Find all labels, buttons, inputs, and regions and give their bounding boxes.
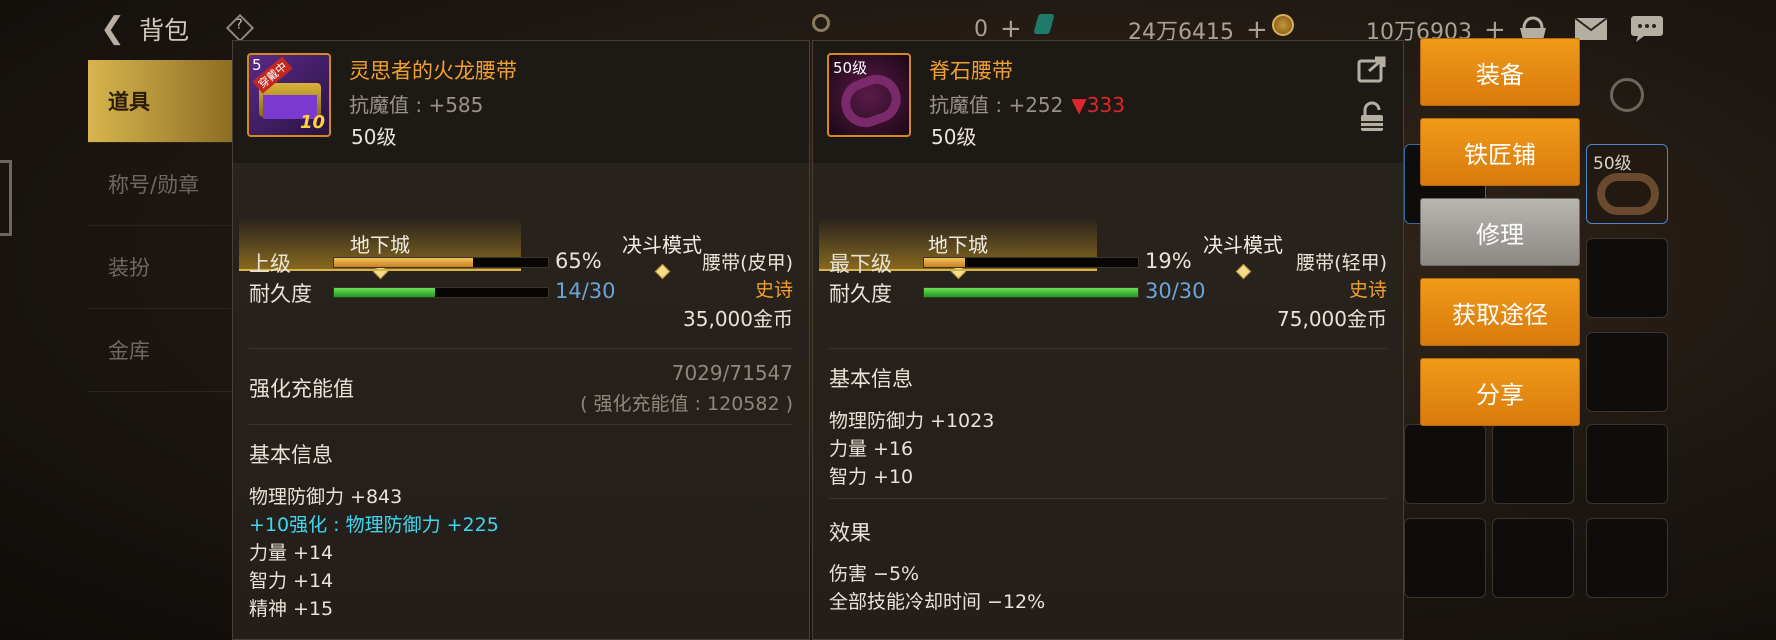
nav-item-props[interactable]: 道具 bbox=[88, 60, 236, 143]
item-price: 75,000金币 bbox=[1277, 307, 1387, 331]
grade-label: 最下级 bbox=[829, 252, 892, 276]
magic-resist: 抗魔值 : +252 ▼333 bbox=[929, 89, 1125, 118]
item-price: 35,000金币 bbox=[683, 307, 793, 331]
item-type: 腰带(皮甲) bbox=[702, 252, 793, 274]
slot-level-label: 50级 bbox=[1593, 154, 1632, 174]
durability-value: 14/30 bbox=[555, 279, 616, 303]
lock-icon[interactable] bbox=[1359, 101, 1389, 131]
grade-value: 65% bbox=[555, 249, 602, 273]
grade-bar bbox=[923, 257, 1139, 268]
gold-coin-icon bbox=[1272, 14, 1294, 36]
nav-item-titles[interactable]: 称号/勋章 bbox=[88, 143, 236, 226]
nav-item-avatar[interactable]: 装扮 bbox=[88, 226, 236, 309]
stat-line: 智力 +14 bbox=[249, 570, 334, 592]
help-icon[interactable]: ? bbox=[225, 13, 255, 43]
token-icon bbox=[812, 14, 830, 32]
share-button[interactable]: 分享 bbox=[1420, 358, 1580, 426]
currency-gold-icon-wrap bbox=[1272, 14, 1294, 36]
item-header: 50级 脊石腰带 抗魔值 : +252 ▼333 50级 bbox=[813, 41, 1403, 163]
stat-line: 物理防御力 +1023 bbox=[829, 410, 995, 432]
durability-label: 耐久度 bbox=[249, 282, 312, 306]
currency-token bbox=[812, 14, 830, 32]
grade-label: 上级 bbox=[249, 252, 291, 276]
equip-button[interactable]: 装备 bbox=[1420, 38, 1580, 106]
item-level: 50级 bbox=[931, 125, 977, 149]
nav-item-vault[interactable]: 金库 bbox=[88, 309, 236, 392]
stat-line: 精神 +15 bbox=[249, 598, 334, 620]
blacksmith-button[interactable]: 铁匠铺 bbox=[1420, 118, 1580, 186]
item-rarity: 史诗 bbox=[1348, 279, 1387, 301]
durability-value: 30/30 bbox=[1145, 279, 1206, 303]
grade-bar bbox=[333, 257, 549, 268]
durability-label: 耐久度 bbox=[829, 282, 892, 306]
divider bbox=[249, 348, 793, 349]
enhance-charge-value: 7029/71547 bbox=[671, 361, 793, 385]
item-level-badge: 50级 bbox=[833, 59, 868, 77]
enhance-charge-total: ( 强化充能值 : 120582 ) bbox=[580, 393, 793, 415]
item-level: 50级 bbox=[351, 125, 397, 149]
equipped-item-panel: 5 穿戴中 10 灵思者的火龙腰带 抗魔值 : +585 50级 地下城 决斗模… bbox=[232, 40, 810, 640]
resist-diff: ▼333 bbox=[1071, 93, 1125, 117]
token-value: 0 bbox=[974, 16, 988, 42]
mail-icon[interactable] bbox=[1574, 14, 1608, 42]
back-button[interactable]: ❮ 背包 bbox=[100, 12, 210, 46]
share-link-icon[interactable] bbox=[1357, 55, 1387, 83]
back-arrow-icon: ❮ bbox=[100, 11, 126, 46]
enhance-badge: 10 bbox=[299, 112, 325, 133]
stat-line: 力量 +16 bbox=[829, 438, 914, 460]
item-name: 灵思者的火龙腰带 bbox=[349, 59, 517, 83]
item-type: 腰带(轻甲) bbox=[1296, 252, 1387, 274]
inventory-slot[interactable] bbox=[1492, 424, 1574, 504]
inventory-slot[interactable] bbox=[1586, 238, 1668, 318]
divider bbox=[829, 498, 1387, 499]
belt-thumbnail-icon bbox=[1597, 173, 1659, 215]
magic-resist: 抗魔值 : +585 bbox=[349, 93, 484, 117]
item-icon: 5 穿戴中 10 bbox=[247, 53, 331, 137]
enhance-stat-line: +10强化 : 物理防御力 +225 bbox=[249, 514, 499, 536]
grade-value: 19% bbox=[1145, 249, 1192, 273]
settings-gear-icon[interactable] bbox=[1610, 78, 1644, 112]
category-nav: 道具 称号/勋章 装扮 金库 bbox=[88, 60, 236, 392]
divider bbox=[249, 424, 793, 425]
magic-resist-value: 抗魔值 : +252 bbox=[929, 93, 1064, 117]
effect-line: 伤害 −5% bbox=[829, 563, 920, 585]
durability-bar-fill bbox=[924, 288, 1138, 297]
inventory-slot[interactable] bbox=[1404, 424, 1486, 504]
enhance-charge-title: 强化充能值 bbox=[249, 377, 354, 401]
grade-bar-fill bbox=[334, 258, 474, 267]
basic-info-title: 基本信息 bbox=[829, 367, 913, 391]
item-rarity: 史诗 bbox=[754, 279, 793, 301]
chat-icon[interactable] bbox=[1630, 14, 1664, 42]
effect-line: 全部技能冷却时间 −12% bbox=[829, 591, 1046, 613]
inventory-slot[interactable]: 50级 bbox=[1586, 144, 1668, 224]
side-drawer-handle[interactable] bbox=[0, 160, 12, 236]
durability-bar bbox=[333, 287, 549, 298]
item-name: 脊石腰带 bbox=[929, 59, 1013, 83]
durability-bar bbox=[923, 287, 1139, 298]
help-glyph: ? bbox=[235, 17, 243, 33]
inventory-slot[interactable] bbox=[1492, 518, 1574, 598]
grade-bar-fill bbox=[924, 258, 965, 267]
divider bbox=[829, 348, 1387, 349]
basic-info-title: 基本信息 bbox=[249, 443, 333, 467]
gem-icon bbox=[1033, 14, 1055, 34]
inventory-slot[interactable] bbox=[1404, 518, 1486, 598]
stat-line: 智力 +10 bbox=[829, 466, 914, 488]
inventory-slot[interactable] bbox=[1586, 424, 1668, 504]
item-icon: 50级 bbox=[827, 53, 911, 137]
belt-dark-icon bbox=[834, 68, 908, 134]
inventory-slot[interactable] bbox=[1586, 332, 1668, 412]
page-title: 背包 bbox=[139, 16, 190, 45]
durability-bar-fill bbox=[334, 288, 435, 297]
item-header: 5 穿戴中 10 灵思者的火龙腰带 抗魔值 : +585 50级 bbox=[233, 41, 809, 163]
stat-line: 物理防御力 +843 bbox=[249, 486, 403, 508]
currency-gem bbox=[1033, 14, 1055, 34]
repair-button[interactable]: 修理 bbox=[1420, 198, 1580, 266]
item-level-badge: 5 bbox=[252, 56, 262, 74]
stat-line: 力量 +14 bbox=[249, 542, 334, 564]
inventory-slot[interactable] bbox=[1586, 518, 1668, 598]
effect-title: 效果 bbox=[829, 521, 871, 545]
compare-item-panel: 50级 脊石腰带 抗魔值 : +252 ▼333 50级 地下城 决斗模式 最下级… bbox=[812, 40, 1404, 640]
obtain-source-button[interactable]: 获取途径 bbox=[1420, 278, 1580, 346]
